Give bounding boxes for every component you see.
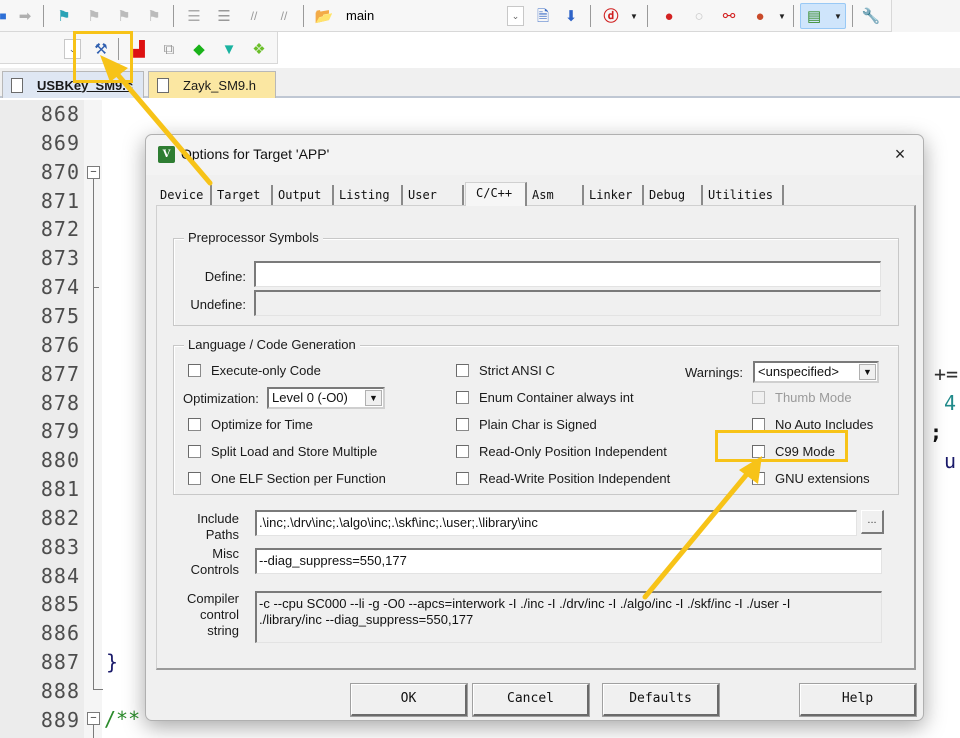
arrow-to-c99-mode bbox=[642, 465, 755, 600]
arrow-head bbox=[100, 55, 128, 82]
keil-uvision-window: ■ ➡ ⚑ ⚑ ⚑ ⚑ ☰ ☰ // // 📂 main ⌄ 🗎 ⬇ ⓓ ▼ ●… bbox=[0, 0, 960, 738]
annotation-arrows bbox=[100, 55, 762, 600]
arrow-to-options-icon bbox=[109, 65, 213, 186]
tab-c-cpp[interactable]: C/C++ bbox=[465, 182, 527, 206]
